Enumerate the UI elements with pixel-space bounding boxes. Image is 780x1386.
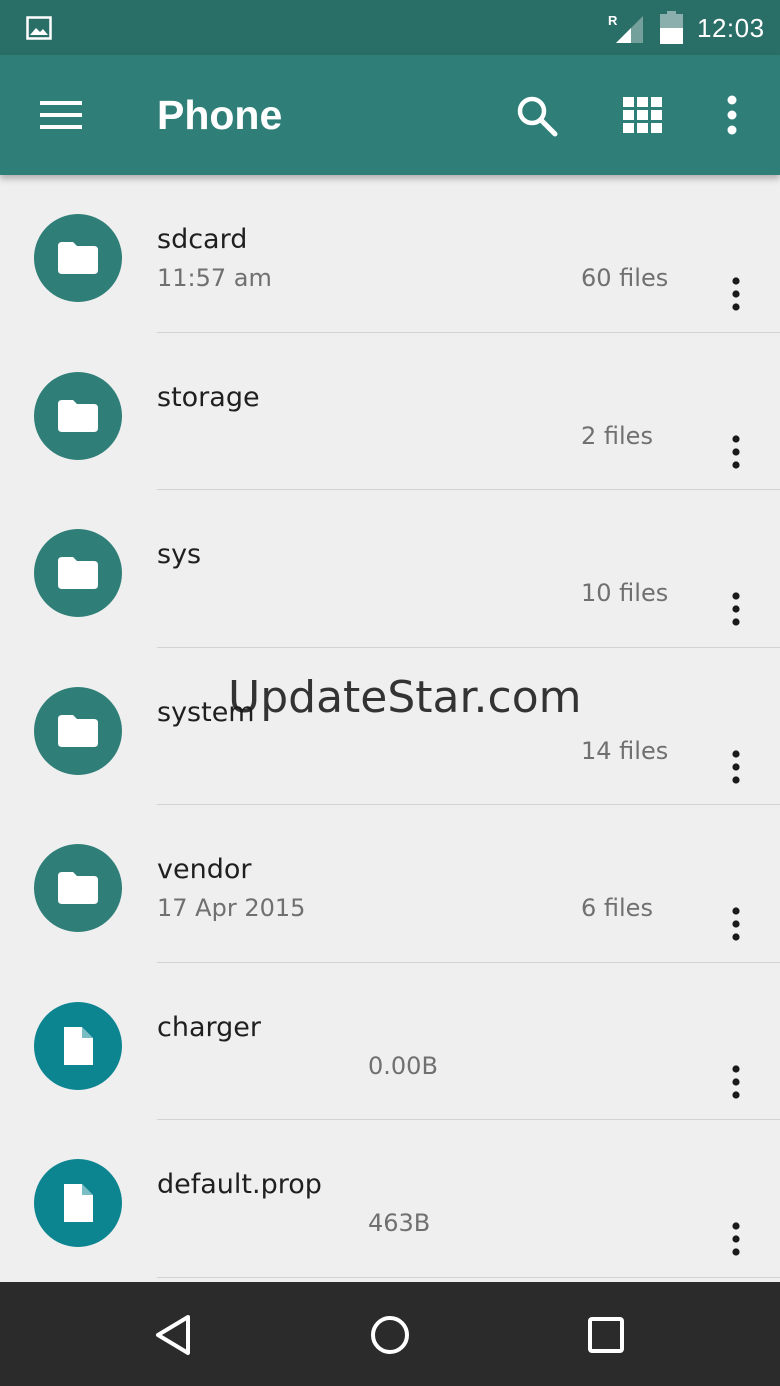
folder-icon [58,242,98,274]
image-icon [26,16,52,40]
item-more-icon[interactable] [727,434,745,469]
signal-icon: R [608,13,643,43]
battery-icon [660,11,683,44]
item-name: storage [157,381,260,413]
file-icon [64,1184,93,1222]
file-avatar [34,1159,122,1247]
page-title: Phone [157,92,283,138]
watermark: UpdateStar.com [228,672,582,723]
item-name: charger [157,1011,261,1043]
folder-icon [58,399,98,432]
grid-view-icon[interactable] [623,97,663,133]
home-icon[interactable] [368,1313,412,1357]
more-vert-icon[interactable] [722,95,742,135]
folder-avatar [34,214,122,302]
item-name: sdcard [157,224,248,255]
menu-icon[interactable] [40,101,82,129]
file-row[interactable]: default.prop 463B [0,1120,780,1278]
item-name: sys [157,539,202,570]
item-more-icon[interactable] [727,749,745,784]
status-bar: R 12:03 [0,0,780,55]
folder-icon [58,557,98,589]
folder-row[interactable]: sdcard 11:57 am 60 files [0,175,780,333]
folder-row[interactable]: sys 10 files [0,490,780,648]
item-file-count: 60 files [581,264,669,292]
item-file-count: 14 files [581,736,669,765]
folder-avatar [34,686,122,775]
folder-avatar [34,529,122,617]
item-size: 463B [368,1209,431,1237]
back-icon[interactable] [152,1313,196,1357]
file-row[interactable]: charger 0.00B [0,963,780,1120]
status-time: 12:03 [697,13,765,43]
item-name: vendor [157,854,252,885]
item-size: 0.00B [368,1051,438,1080]
row-divider [157,1276,780,1278]
item-more-icon[interactable] [727,1064,745,1099]
recents-icon[interactable] [584,1313,628,1357]
file-icon [64,1026,93,1065]
item-more-icon[interactable] [727,1222,745,1256]
folder-avatar [34,844,122,932]
item-file-count: 10 files [581,579,669,607]
navigation-bar [0,1282,780,1386]
item-date: 11:57 am [157,264,272,292]
item-more-icon[interactable] [727,592,745,626]
file-list: sdcard 11:57 am 60 files storage 2 files sy… [0,175,780,1282]
item-name: default.prop [157,1169,322,1200]
item-file-count: 2 files [581,421,653,450]
file-avatar [34,1001,122,1090]
item-more-icon[interactable] [727,277,745,311]
folder-icon [58,872,98,904]
item-date: 17 Apr 2015 [157,894,306,922]
folder-row[interactable]: storage 2 files [0,333,780,490]
item-file-count: 6 files [581,894,653,922]
folder-icon [58,714,98,747]
folder-row[interactable]: vendor 17 Apr 2015 6 files [0,805,780,963]
roaming-indicator: R [608,13,618,28]
folder-avatar [34,371,122,460]
search-icon[interactable] [516,95,558,137]
toolbar: Phone [0,55,780,175]
item-more-icon[interactable] [727,907,745,941]
